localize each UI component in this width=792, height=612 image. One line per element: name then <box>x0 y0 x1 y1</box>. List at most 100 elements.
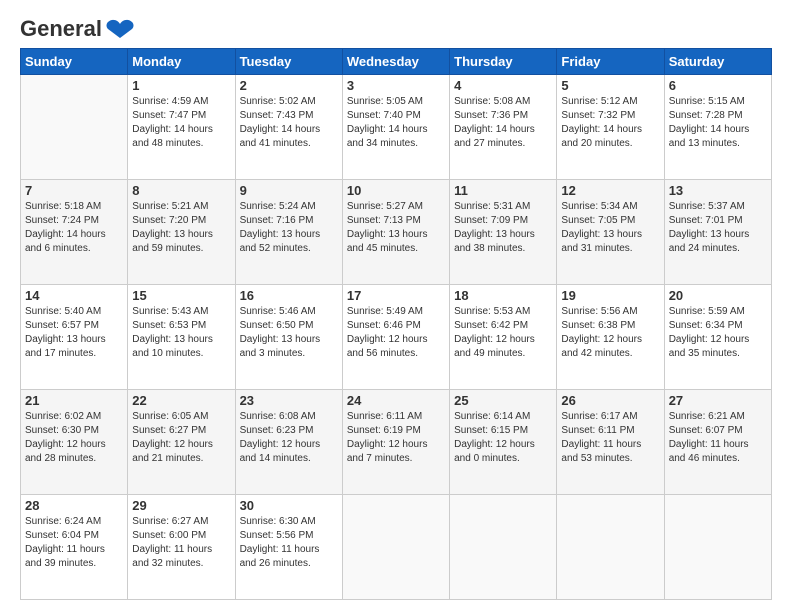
header-tuesday: Tuesday <box>235 49 342 75</box>
day-number: 4 <box>454 78 552 93</box>
day-info: Sunrise: 5:37 AMSunset: 7:01 PMDaylight:… <box>669 200 767 256</box>
day-info: Sunrise: 5:31 AMSunset: 7:09 PMDaylight:… <box>454 200 552 256</box>
day-info: Sunrise: 6:11 AMSunset: 6:19 PMDaylight:… <box>347 410 445 466</box>
calendar-cell: 4 Sunrise: 5:08 AMSunset: 7:36 PMDaylight… <box>450 75 557 180</box>
calendar-cell: 15 Sunrise: 5:43 AMSunset: 6:53 PMDayligh… <box>128 285 235 390</box>
day-info: Sunrise: 5:56 AMSunset: 6:38 PMDaylight:… <box>561 305 659 361</box>
calendar-cell: 30 Sunrise: 6:30 AMSunset: 5:56 PMDayligh… <box>235 495 342 600</box>
day-number: 1 <box>132 78 230 93</box>
day-number: 18 <box>454 288 552 303</box>
day-number: 25 <box>454 393 552 408</box>
logo: General <box>20 16 136 38</box>
header-wednesday: Wednesday <box>342 49 449 75</box>
calendar-cell: 8 Sunrise: 5:21 AMSunset: 7:20 PMDaylight… <box>128 180 235 285</box>
calendar-cell: 3 Sunrise: 5:05 AMSunset: 7:40 PMDaylight… <box>342 75 449 180</box>
day-info: Sunrise: 5:27 AMSunset: 7:13 PMDaylight:… <box>347 200 445 256</box>
header-sunday: Sunday <box>21 49 128 75</box>
day-info: Sunrise: 6:27 AMSunset: 6:00 PMDaylight:… <box>132 515 230 571</box>
header-thursday: Thursday <box>450 49 557 75</box>
day-info: Sunrise: 5:43 AMSunset: 6:53 PMDaylight:… <box>132 305 230 361</box>
calendar-cell: 22Sunrise: 6:05 AMSunset: 6:27 PMDayligh… <box>128 390 235 495</box>
day-info: Sunrise: 5:08 AMSunset: 7:36 PMDaylight:… <box>454 95 552 151</box>
day-info: Sunrise: 5:49 AMSunset: 6:46 PMDaylight:… <box>347 305 445 361</box>
day-number: 9 <box>240 183 338 198</box>
day-info: Sunrise: 6:05 AMSunset: 6:27 PMDaylight:… <box>132 410 230 466</box>
calendar-cell: 12 Sunrise: 5:34 AMSunset: 7:05 PMDayligh… <box>557 180 664 285</box>
day-number: 3 <box>347 78 445 93</box>
calendar-week-4: 21Sunrise: 6:02 AMSunset: 6:30 PMDayligh… <box>21 390 772 495</box>
day-info: Sunrise: 5:59 AMSunset: 6:34 PMDaylight:… <box>669 305 767 361</box>
day-info: Sunrise: 6:24 AMSunset: 6:04 PMDaylight:… <box>25 515 123 571</box>
calendar-cell: 18 Sunrise: 5:53 AMSunset: 6:42 PMDayligh… <box>450 285 557 390</box>
calendar-cell <box>664 495 771 600</box>
day-info: Sunrise: 5:12 AMSunset: 7:32 PMDaylight:… <box>561 95 659 151</box>
day-number: 10 <box>347 183 445 198</box>
calendar-cell: 24Sunrise: 6:11 AMSunset: 6:19 PMDayligh… <box>342 390 449 495</box>
logo-bird-icon <box>104 18 136 40</box>
calendar-cell: 16 Sunrise: 5:46 AMSunset: 6:50 PMDayligh… <box>235 285 342 390</box>
day-info: Sunrise: 6:21 AMSunset: 6:07 PMDaylight:… <box>669 410 767 466</box>
calendar-cell: 14 Sunrise: 5:40 AMSunset: 6:57 PMDayligh… <box>21 285 128 390</box>
day-number: 29 <box>132 498 230 513</box>
calendar-cell: 25 Sunrise: 6:14 AMSunset: 6:15 PMDayligh… <box>450 390 557 495</box>
calendar-cell <box>21 75 128 180</box>
day-info: Sunrise: 5:18 AMSunset: 7:24 PMDaylight:… <box>25 200 123 256</box>
calendar-cell: 1 Sunrise: 4:59 AMSunset: 7:47 PMDaylight… <box>128 75 235 180</box>
day-number: 13 <box>669 183 767 198</box>
day-number: 6 <box>669 78 767 93</box>
calendar-cell: 17 Sunrise: 5:49 AMSunset: 6:46 PMDayligh… <box>342 285 449 390</box>
calendar-cell: 2Sunrise: 5:02 AMSunset: 7:43 PMDaylight… <box>235 75 342 180</box>
logo-general: General <box>20 16 102 42</box>
calendar-cell: 26 Sunrise: 6:17 AMSunset: 6:11 PMDayligh… <box>557 390 664 495</box>
calendar-table: SundayMondayTuesdayWednesdayThursdayFrid… <box>20 48 772 600</box>
calendar-cell <box>342 495 449 600</box>
day-info: Sunrise: 6:30 AMSunset: 5:56 PMDaylight:… <box>240 515 338 571</box>
calendar-week-1: 1 Sunrise: 4:59 AMSunset: 7:47 PMDaylight… <box>21 75 772 180</box>
day-info: Sunrise: 6:08 AMSunset: 6:23 PMDaylight:… <box>240 410 338 466</box>
calendar-cell: 9 Sunrise: 5:24 AMSunset: 7:16 PMDaylight… <box>235 180 342 285</box>
header-friday: Friday <box>557 49 664 75</box>
calendar-cell: 29 Sunrise: 6:27 AMSunset: 6:00 PMDayligh… <box>128 495 235 600</box>
day-number: 27 <box>669 393 767 408</box>
day-info: Sunrise: 5:24 AMSunset: 7:16 PMDaylight:… <box>240 200 338 256</box>
calendar-week-3: 14 Sunrise: 5:40 AMSunset: 6:57 PMDayligh… <box>21 285 772 390</box>
day-number: 14 <box>25 288 123 303</box>
day-number: 16 <box>240 288 338 303</box>
calendar-cell: 27 Sunrise: 6:21 AMSunset: 6:07 PMDayligh… <box>664 390 771 495</box>
calendar-cell: 13 Sunrise: 5:37 AMSunset: 7:01 PMDayligh… <box>664 180 771 285</box>
day-info: Sunrise: 5:40 AMSunset: 6:57 PMDaylight:… <box>25 305 123 361</box>
day-number: 5 <box>561 78 659 93</box>
header-monday: Monday <box>128 49 235 75</box>
day-number: 20 <box>669 288 767 303</box>
calendar-cell: 6 Sunrise: 5:15 AMSunset: 7:28 PMDaylight… <box>664 75 771 180</box>
day-info: Sunrise: 5:05 AMSunset: 7:40 PMDaylight:… <box>347 95 445 151</box>
day-number: 17 <box>347 288 445 303</box>
day-info: Sunrise: 5:34 AMSunset: 7:05 PMDaylight:… <box>561 200 659 256</box>
day-info: Sunrise: 6:14 AMSunset: 6:15 PMDaylight:… <box>454 410 552 466</box>
calendar-cell: 10 Sunrise: 5:27 AMSunset: 7:13 PMDayligh… <box>342 180 449 285</box>
calendar-cell: 5 Sunrise: 5:12 AMSunset: 7:32 PMDaylight… <box>557 75 664 180</box>
day-number: 8 <box>132 183 230 198</box>
day-number: 15 <box>132 288 230 303</box>
day-info: Sunrise: 4:59 AMSunset: 7:47 PMDaylight:… <box>132 95 230 151</box>
day-number: 30 <box>240 498 338 513</box>
day-info: Sunrise: 5:53 AMSunset: 6:42 PMDaylight:… <box>454 305 552 361</box>
calendar-cell <box>557 495 664 600</box>
day-info: Sunrise: 5:46 AMSunset: 6:50 PMDaylight:… <box>240 305 338 361</box>
day-number: 12 <box>561 183 659 198</box>
day-number: 26 <box>561 393 659 408</box>
day-info: Sunrise: 5:21 AMSunset: 7:20 PMDaylight:… <box>132 200 230 256</box>
calendar-cell: 21Sunrise: 6:02 AMSunset: 6:30 PMDayligh… <box>21 390 128 495</box>
day-info: Sunrise: 5:15 AMSunset: 7:28 PMDaylight:… <box>669 95 767 151</box>
day-info: Sunrise: 6:02 AMSunset: 6:30 PMDaylight:… <box>25 410 123 466</box>
calendar-cell: 7Sunrise: 5:18 AMSunset: 7:24 PMDaylight… <box>21 180 128 285</box>
calendar-week-2: 7Sunrise: 5:18 AMSunset: 7:24 PMDaylight… <box>21 180 772 285</box>
day-number: 19 <box>561 288 659 303</box>
day-info: Sunrise: 6:17 AMSunset: 6:11 PMDaylight:… <box>561 410 659 466</box>
day-number: 11 <box>454 183 552 198</box>
calendar-cell: 23Sunrise: 6:08 AMSunset: 6:23 PMDayligh… <box>235 390 342 495</box>
day-info: Sunrise: 5:02 AMSunset: 7:43 PMDaylight:… <box>240 95 338 151</box>
calendar-cell: 19 Sunrise: 5:56 AMSunset: 6:38 PMDayligh… <box>557 285 664 390</box>
header-saturday: Saturday <box>664 49 771 75</box>
calendar-cell <box>450 495 557 600</box>
